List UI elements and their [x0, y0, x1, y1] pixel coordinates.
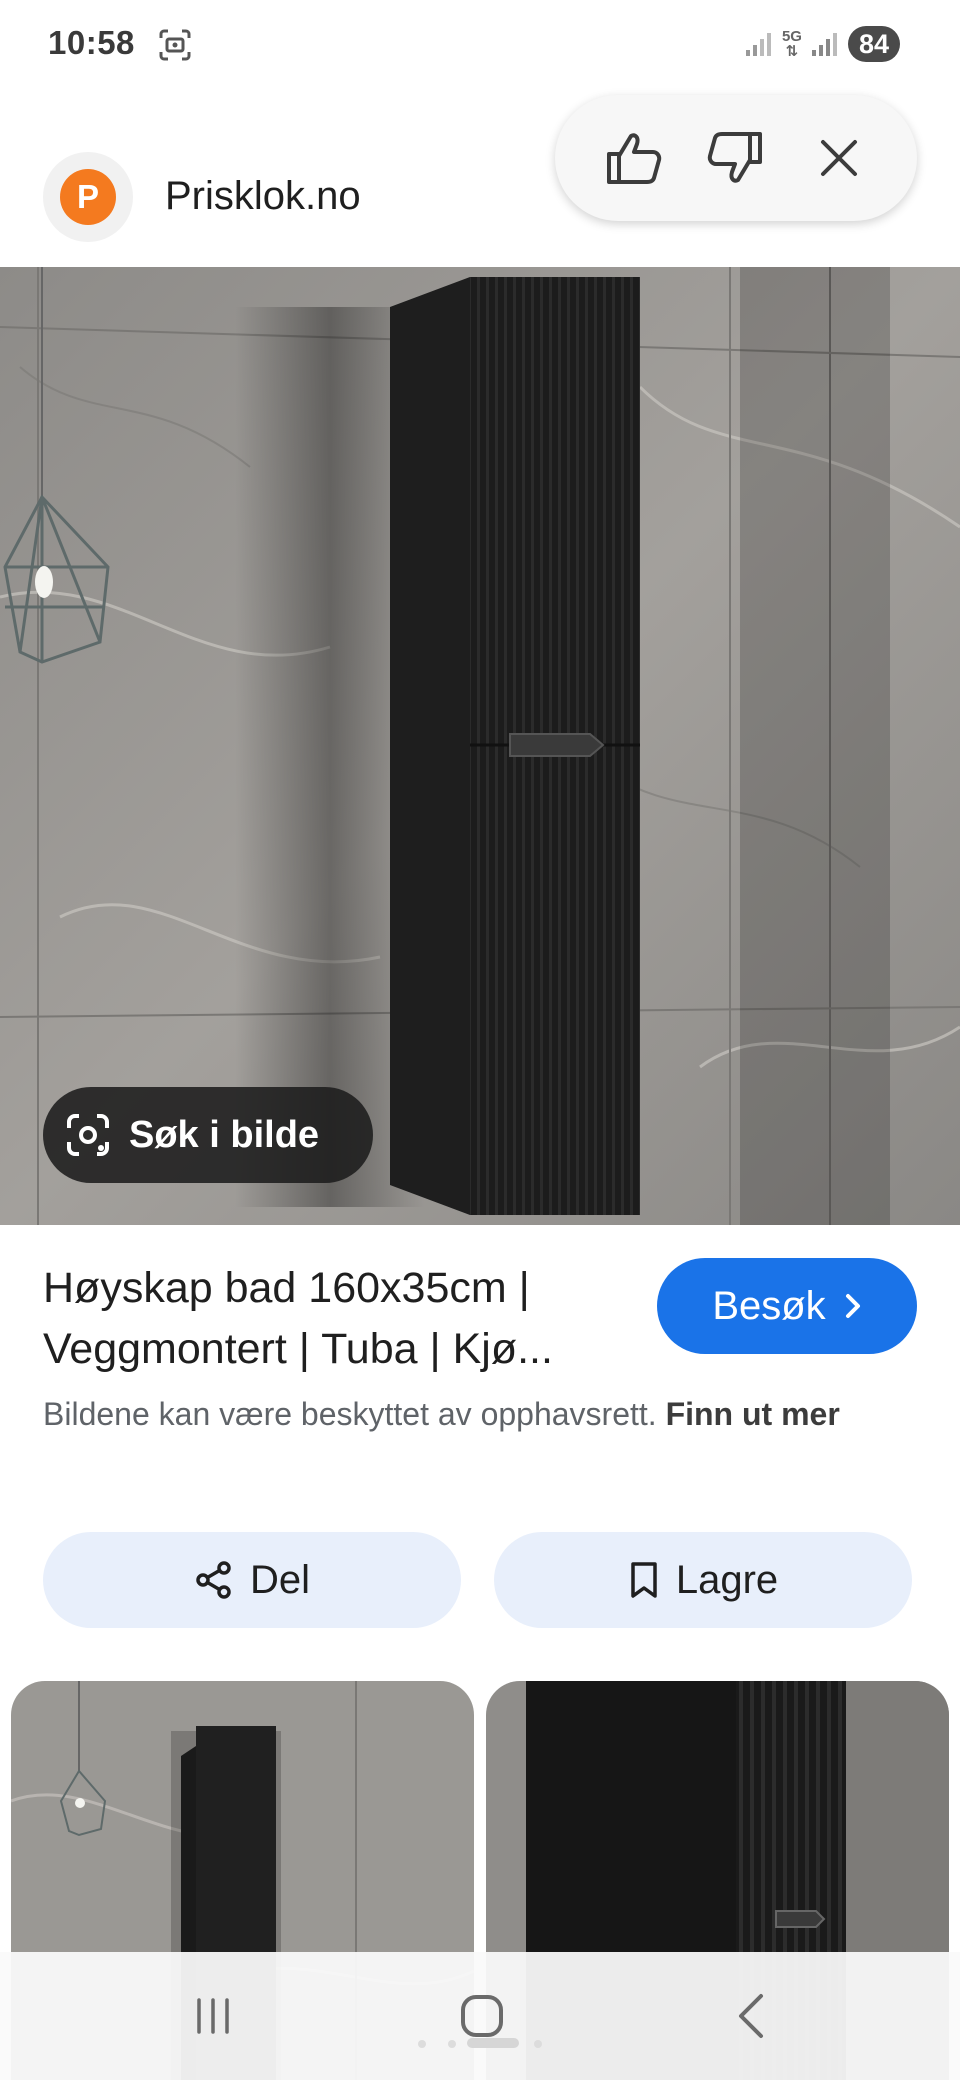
save-button[interactable]: Lagre: [494, 1532, 912, 1628]
navigation-bar: [0, 1952, 960, 2080]
page-dot: [448, 2040, 456, 2048]
result-title-block: Høyskap bad 160x35cm | Veggmontert | Tub…: [43, 1258, 643, 1380]
thumbs-up-icon: [606, 133, 661, 184]
data-arrows-icon: ⇅: [785, 43, 799, 60]
main-product-image[interactable]: Søk i bilde: [0, 267, 960, 1225]
thumbs-up-button[interactable]: [594, 119, 672, 197]
save-label: Lagre: [675, 1557, 779, 1602]
signal-icon: [745, 33, 771, 56]
feedback-pill: [555, 95, 917, 221]
share-button[interactable]: Del: [43, 1532, 461, 1628]
back-icon: [739, 1994, 763, 2038]
site-favicon-container[interactable]: P: [43, 152, 133, 242]
screenshot-icon: [159, 29, 191, 61]
share-icon: [196, 1561, 231, 1599]
status-time: 10:58: [48, 24, 135, 61]
copyright-text: Bildene kan være beskyttet av opphavsret…: [43, 1396, 657, 1432]
bookmark-icon: [631, 1562, 657, 1598]
battery-indicator: 84: [847, 26, 900, 62]
site-name[interactable]: Prisklok.no: [165, 174, 361, 219]
network-type: 5G ⇅: [782, 29, 802, 59]
status-indicators: 5G ⇅ 84: [744, 24, 900, 64]
visit-label: Besøk: [712, 1283, 826, 1328]
signal-icon: [811, 33, 837, 56]
product-photo: [0, 267, 960, 1225]
close-button[interactable]: [800, 119, 878, 197]
close-icon: [821, 140, 858, 176]
thumbs-down-button[interactable]: [697, 119, 775, 197]
search-in-image-label: Søk i bilde: [129, 1113, 320, 1156]
site-favicon: P: [60, 169, 116, 225]
share-label: Del: [249, 1557, 311, 1602]
back-button[interactable]: [706, 1986, 796, 2046]
recent-apps-button[interactable]: [168, 1986, 258, 2046]
visit-button[interactable]: Besøk: [657, 1258, 917, 1354]
page-dot: [534, 2040, 542, 2048]
learn-more-link[interactable]: Finn ut mer: [666, 1396, 840, 1432]
site-header: P Prisklok.no: [0, 95, 960, 265]
home-icon: [461, 1995, 503, 2037]
recent-apps-icon: [197, 1998, 229, 2034]
chevron-right-icon: [845, 1294, 860, 1318]
home-button[interactable]: [437, 1986, 527, 2046]
search-in-image-button[interactable]: Søk i bilde: [43, 1087, 373, 1183]
copyright-notice: Bildene kan være beskyttet av opphavsret…: [43, 1390, 923, 1439]
gesture-pill: [467, 2038, 519, 2048]
result-title[interactable]: Høyskap bad 160x35cm | Veggmontert | Tub…: [43, 1258, 643, 1380]
thumbs-down-icon: [707, 132, 762, 183]
status-bar: 10:58 5G ⇅ 84: [0, 0, 960, 90]
lens-icon: [67, 1114, 109, 1156]
page-dot: [418, 2040, 426, 2048]
